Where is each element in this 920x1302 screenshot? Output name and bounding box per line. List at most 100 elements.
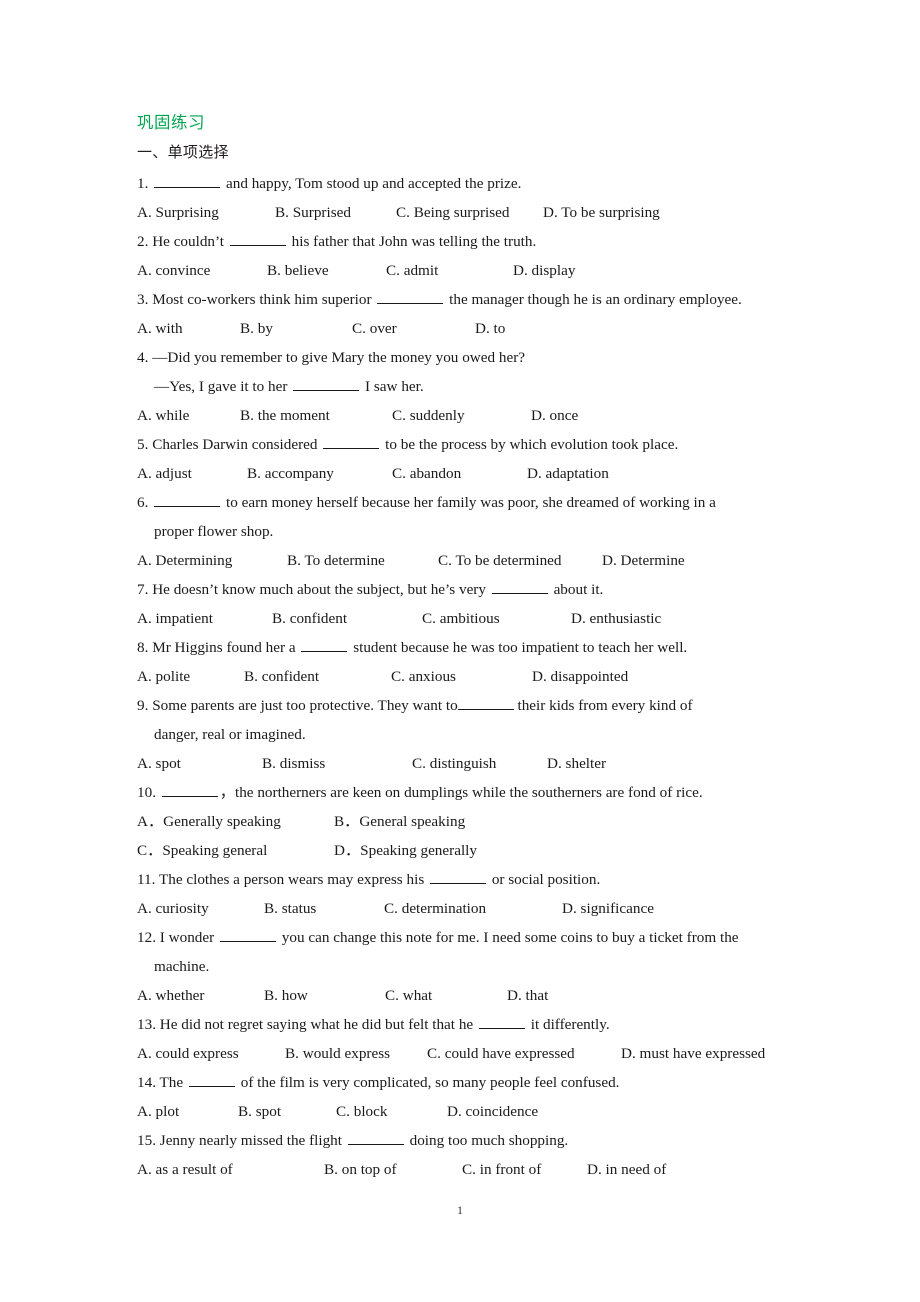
option-b[interactable]: B. believe — [267, 256, 329, 285]
question-number: 10. — [137, 784, 156, 801]
option-d[interactable]: D. Determine — [602, 546, 685, 575]
option-a[interactable]: A. polite — [137, 662, 190, 691]
option-a[interactable]: A. curiosity — [137, 894, 209, 923]
option-a[interactable]: A．Generally speaking — [137, 807, 281, 836]
option-row: A. plot B. spot C. block D. coincidence — [137, 1097, 783, 1126]
option-row: A. adjust B. accompany C. abandon D. ada… — [137, 459, 783, 488]
answer-blank[interactable] — [188, 1072, 235, 1087]
answer-blank[interactable] — [457, 695, 514, 710]
answer-blank[interactable] — [229, 231, 286, 246]
option-d[interactable]: D. to — [475, 314, 505, 343]
option-b[interactable]: B. confident — [272, 604, 347, 633]
option-b[interactable]: B. the moment — [240, 401, 330, 430]
option-a[interactable]: A. spot — [137, 749, 181, 778]
question-text-tail: you can change this note for me. I need … — [277, 929, 739, 946]
option-c[interactable]: C. anxious — [391, 662, 456, 691]
question-stem: 11. The clothes a person wears may expre… — [137, 865, 783, 894]
question-text: He couldn’t — [152, 233, 228, 250]
question-text-tail: of the film is very complicated, so many… — [236, 1074, 620, 1091]
answer-blank[interactable] — [154, 492, 221, 507]
option-a[interactable]: A. with — [137, 314, 183, 343]
question-stem: 15. Jenny nearly missed the flight doing… — [137, 1126, 783, 1155]
option-a[interactable]: A. convince — [137, 256, 210, 285]
option-row: A. Surprising B. Surprised C. Being surp… — [137, 198, 783, 227]
question-number: 5. — [137, 436, 149, 453]
question-stem: 8. Mr Higgins found her a student becaus… — [137, 633, 783, 662]
option-b[interactable]: B. status — [264, 894, 316, 923]
option-b[interactable]: B. spot — [238, 1097, 281, 1126]
option-b[interactable]: B. Surprised — [275, 198, 351, 227]
option-a[interactable]: A. whether — [137, 981, 204, 1010]
option-b[interactable]: B. accompany — [247, 459, 334, 488]
option-d[interactable]: D. disappointed — [532, 662, 628, 691]
option-a[interactable]: A. Surprising — [137, 198, 219, 227]
option-c[interactable]: C. over — [352, 314, 397, 343]
option-b[interactable]: B. on top of — [324, 1155, 397, 1184]
option-c[interactable]: C. Being surprised — [396, 198, 509, 227]
answer-blank[interactable] — [154, 173, 221, 188]
option-c[interactable]: C．Speaking general — [137, 836, 267, 865]
option-d[interactable]: D. adaptation — [527, 459, 609, 488]
option-a[interactable]: A. adjust — [137, 459, 192, 488]
question-number: 13. — [137, 1016, 156, 1033]
page-title: 巩固练习 — [137, 113, 205, 132]
option-a[interactable]: A. while — [137, 401, 189, 430]
answer-blank[interactable] — [491, 579, 548, 594]
option-b[interactable]: B. dismiss — [262, 749, 325, 778]
option-c[interactable]: C. in front of — [462, 1155, 541, 1184]
option-c[interactable]: C. admit — [386, 256, 438, 285]
option-d[interactable]: D. shelter — [547, 749, 606, 778]
question-number: 1. — [137, 175, 149, 192]
answer-blank[interactable] — [219, 927, 276, 942]
option-b[interactable]: B. how — [264, 981, 308, 1010]
option-d[interactable]: D. must have expressed — [621, 1039, 765, 1068]
option-d[interactable]: D. To be surprising — [543, 198, 660, 227]
question-text: I wonder — [159, 929, 218, 946]
option-c[interactable]: C. abandon — [392, 459, 461, 488]
answer-blank[interactable] — [347, 1130, 404, 1145]
option-a[interactable]: A. impatient — [137, 604, 213, 633]
answer-blank[interactable] — [161, 782, 218, 797]
option-a[interactable]: A. could express — [137, 1039, 239, 1068]
option-d[interactable]: D. display — [513, 256, 575, 285]
option-b[interactable]: B. would express — [285, 1039, 390, 1068]
option-d[interactable]: D. significance — [562, 894, 654, 923]
answer-blank[interactable] — [293, 376, 360, 391]
option-a[interactable]: A. Determining — [137, 546, 232, 575]
answer-blank[interactable] — [323, 434, 380, 449]
option-c[interactable]: C. To be determined — [438, 546, 562, 575]
option-d[interactable]: D. coincidence — [447, 1097, 538, 1126]
option-b[interactable]: B. confident — [244, 662, 319, 691]
option-d[interactable]: D．Speaking generally — [334, 836, 477, 865]
option-d[interactable]: D. that — [507, 981, 548, 1010]
option-c[interactable]: C. distinguish — [412, 749, 496, 778]
option-c[interactable]: C. what — [385, 981, 432, 1010]
option-row: A. could express B. would express C. cou… — [137, 1039, 783, 1068]
option-c[interactable]: C. ambitious — [422, 604, 500, 633]
question-text-tail: their kids from every kind of — [513, 697, 693, 714]
answer-blank[interactable] — [430, 869, 487, 884]
option-d[interactable]: D. once — [531, 401, 578, 430]
answer-blank[interactable] — [301, 637, 348, 652]
option-b[interactable]: B．General speaking — [334, 807, 465, 836]
question-stem: 1. and happy, Tom stood up and accepted … — [137, 169, 783, 198]
option-b[interactable]: B. by — [240, 314, 273, 343]
option-c[interactable]: C. determination — [384, 894, 486, 923]
question-stem-continued: —Yes, I gave it to her I saw her. — [137, 372, 783, 401]
question-stem: 7. He doesn’t know much about the subjec… — [137, 575, 783, 604]
option-d[interactable]: D. enthusiastic — [571, 604, 661, 633]
option-c[interactable]: C. suddenly — [392, 401, 465, 430]
answer-blank[interactable] — [478, 1014, 525, 1029]
option-d[interactable]: D. in need of — [587, 1155, 666, 1184]
answer-blank[interactable] — [377, 289, 444, 304]
page-number: 1 — [457, 1203, 463, 1217]
option-c[interactable]: C. block — [336, 1097, 387, 1126]
option-a[interactable]: A. as a result of — [137, 1155, 233, 1184]
question-stem: 5. Charles Darwin considered to be the p… — [137, 430, 783, 459]
question-text: Some parents are just too protective. Th… — [152, 697, 458, 714]
question-text: and happy, Tom stood up and accepted the… — [222, 175, 522, 192]
option-row: A. impatient B. confident C. ambitious D… — [137, 604, 783, 633]
option-b[interactable]: B. To determine — [287, 546, 385, 575]
option-a[interactable]: A. plot — [137, 1097, 179, 1126]
option-c[interactable]: C. could have expressed — [427, 1039, 575, 1068]
